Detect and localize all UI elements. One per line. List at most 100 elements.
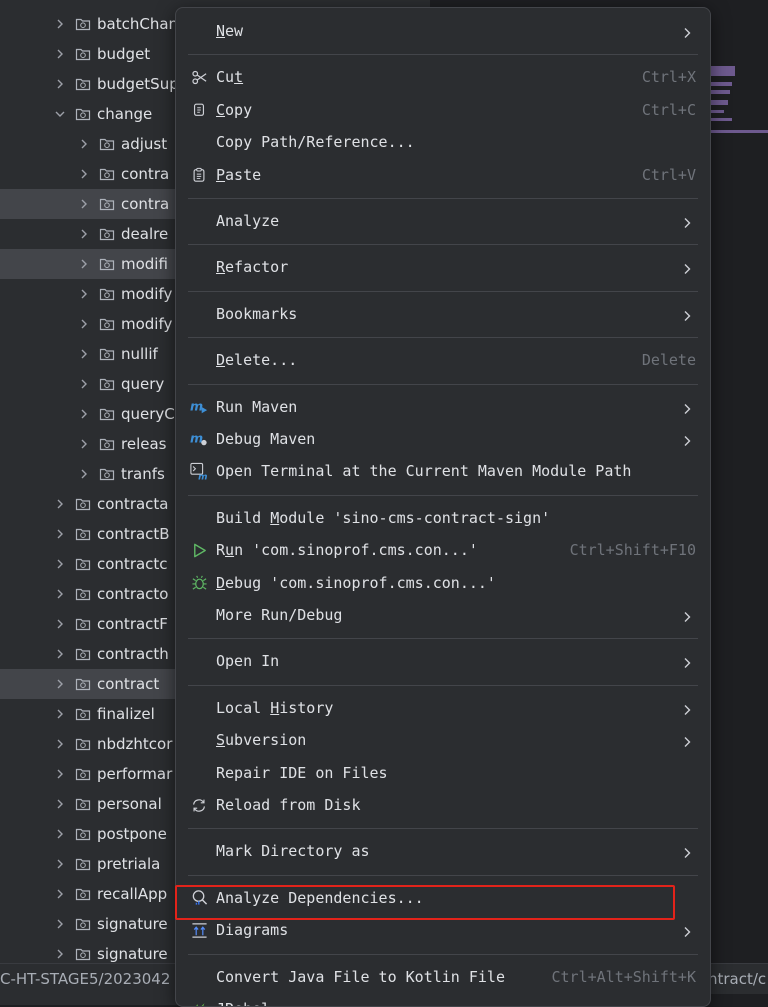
chevron-right-icon[interactable] [54, 918, 66, 930]
menu-item-label: JRebel [216, 1000, 270, 1006]
package-folder-icon [75, 107, 91, 121]
menu-item-copy-path-reference[interactable]: Copy Path/Reference... [184, 127, 702, 157]
chevron-right-icon[interactable] [54, 558, 66, 570]
chevron-right-icon[interactable] [54, 768, 66, 780]
menu-item-delete[interactable]: Delete... Delete [184, 345, 702, 375]
menu-item-jrebel[interactable]: JR JRebel [184, 994, 702, 1006]
editor-minimap [710, 66, 768, 136]
chevron-right-icon[interactable] [78, 228, 90, 240]
tree-item-label: queryC [121, 405, 175, 423]
menu-item-label: Subversion [216, 731, 307, 750]
menu-item-new[interactable]: New [184, 16, 702, 46]
chevron-right-icon[interactable] [78, 408, 90, 420]
menu-item-label: Run Maven [216, 397, 298, 416]
package-folder-icon [75, 707, 91, 721]
chevron-right-icon[interactable] [78, 378, 90, 390]
menu-item-label: Cut [216, 68, 244, 87]
chevron-right-icon[interactable] [78, 168, 90, 180]
tree-item-label: contractF [97, 615, 168, 633]
menu-item-copy[interactable]: Copy Ctrl+C [184, 95, 702, 125]
package-folder-icon [99, 167, 115, 181]
chevron-right-icon[interactable] [54, 738, 66, 750]
chevron-right-icon[interactable] [78, 318, 90, 330]
menu-item-repair-ide-on-files[interactable]: Repair IDE on Files [184, 758, 702, 788]
chevron-right-icon[interactable] [78, 198, 90, 210]
maven-run-icon: m [190, 398, 208, 416]
menu-item-label: Debug 'com.sinoprof.cms.con...' [216, 573, 496, 592]
menu-item-run-maven[interactable]: m Run Maven [184, 392, 702, 422]
menu-separator [188, 874, 698, 876]
package-folder-icon [75, 917, 91, 931]
chevron-right-icon [682, 924, 692, 938]
chevron-right-icon[interactable] [54, 798, 66, 810]
menu-item-shortcut: Delete [641, 351, 696, 370]
menu-item-build-module-sino-cms-contract-sign[interactable]: Build Module 'sino-cms-contract-sign' [184, 503, 702, 533]
jrebel-icon: JR [190, 1000, 208, 1006]
chevron-right-icon[interactable] [78, 468, 90, 480]
tree-item-label: contracta [97, 495, 169, 513]
menu-item-cut[interactable]: Cut Ctrl+X [184, 62, 702, 92]
menu-item-bookmarks[interactable]: Bookmarks [184, 299, 702, 329]
chevron-right-icon[interactable] [78, 438, 90, 450]
chevron-down-icon[interactable] [54, 108, 66, 120]
menu-item-run-com-sinoprof-cms-con[interactable]: Run 'com.sinoprof.cms.con...' Ctrl+Shift+… [184, 535, 702, 565]
menu-item-convert-java-file-to-kotlin-file[interactable]: Convert Java File to Kotlin File Ctrl+Alt… [184, 962, 702, 992]
copy-icon [190, 101, 208, 119]
menu-item-mark-directory-as[interactable]: Mark Directory as [184, 836, 702, 866]
chevron-right-icon[interactable] [54, 858, 66, 870]
status-path-left[interactable]: C-HT-STAGE5/2023042 [0, 970, 170, 988]
chevron-right-icon[interactable] [54, 678, 66, 690]
chevron-right-icon[interactable] [78, 138, 90, 150]
menu-item-label: Delete... [216, 351, 298, 370]
chevron-right-icon[interactable] [54, 528, 66, 540]
menu-item-label: Convert Java File to Kotlin File [216, 967, 505, 986]
menu-item-analyze[interactable]: Analyze [184, 206, 702, 236]
chevron-right-icon[interactable] [54, 648, 66, 660]
chevron-right-icon[interactable] [54, 888, 66, 900]
menu-item-open-in[interactable]: Open In [184, 646, 702, 676]
chevron-right-icon[interactable] [54, 48, 66, 60]
menu-item-subversion[interactable]: Subversion [184, 725, 702, 755]
chevron-right-icon[interactable] [78, 348, 90, 360]
menu-item-shortcut: Ctrl+Shift+F10 [569, 541, 696, 560]
package-folder-icon [75, 557, 91, 571]
chevron-right-icon[interactable] [54, 948, 66, 960]
chevron-right-icon[interactable] [54, 498, 66, 510]
chevron-right-icon[interactable] [54, 618, 66, 630]
chevron-right-icon[interactable] [78, 258, 90, 270]
menu-item-more-run-debug[interactable]: More Run/Debug [184, 600, 702, 630]
menu-item-reload-from-disk[interactable]: Reload from Disk [184, 790, 702, 820]
chevron-right-icon[interactable] [54, 708, 66, 720]
menu-item-label: Repair IDE on Files [216, 763, 388, 782]
menu-item-refactor[interactable]: Refactor [184, 252, 702, 282]
menu-item-label: Reload from Disk [216, 796, 361, 814]
tree-item-label: finalizel [97, 705, 155, 723]
chevron-right-icon[interactable] [54, 828, 66, 840]
menu-item-paste[interactable]: Paste Ctrl+V [184, 160, 702, 190]
tree-item-label: releas [121, 435, 167, 453]
tree-item-label: modify [121, 285, 173, 303]
chevron-right-icon [682, 25, 692, 38]
chevron-right-icon[interactable] [78, 288, 90, 300]
status-path-right[interactable]: ntract/c [708, 970, 766, 988]
chevron-right-icon[interactable] [54, 78, 66, 90]
menu-item-label: Debug Maven [216, 430, 316, 448]
menu-item-label: Paste [216, 165, 262, 184]
menu-item-local-history[interactable]: Local History [184, 693, 702, 723]
package-folder-icon [99, 137, 115, 151]
menu-item-debug-maven[interactable]: m Debug Maven [184, 424, 702, 454]
chevron-right-icon [682, 609, 692, 622]
menu-item-label: New [216, 22, 244, 40]
tree-item-label: personal [97, 795, 162, 813]
menu-item-debug-com-sinoprof-cms-con[interactable]: Debug 'com.sinoprof.cms.con...' [184, 568, 702, 598]
chevron-right-icon[interactable] [54, 18, 66, 30]
package-folder-icon [99, 347, 115, 361]
package-folder-icon [99, 467, 115, 481]
menu-item-open-terminal-at-the-current-maven-module-path[interactable]: m Open Terminal at the Current Maven Modu… [184, 456, 702, 486]
tree-item-label: contra [121, 195, 170, 213]
tree-item-label: batchChan [97, 15, 179, 33]
package-folder-icon [99, 317, 115, 331]
tree-item-label: modifi [121, 255, 168, 273]
chevron-right-icon[interactable] [54, 588, 66, 600]
debug-icon [190, 574, 208, 592]
